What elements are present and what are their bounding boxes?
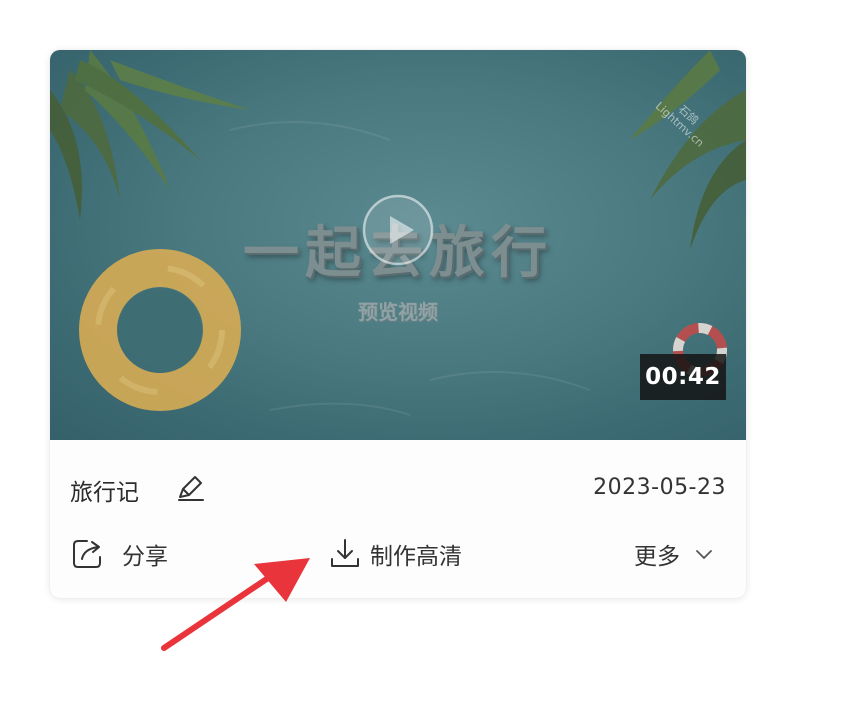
make-hd-label: 制作高清: [370, 544, 462, 570]
pencil-icon[interactable]: [174, 472, 206, 504]
share-icon: [73, 540, 101, 568]
chevron-down-icon: [696, 550, 712, 559]
download-icon: [331, 539, 359, 567]
make-hd-button[interactable]: 制作高清: [328, 534, 462, 574]
more-label: 更多: [634, 544, 680, 570]
red-arrow-annotation: [161, 558, 310, 651]
video-thumbnail[interactable]: 一起去旅行 预览视频 石鸽 Lightmv.cn 00:42: [50, 50, 746, 440]
more-dropdown[interactable]: 更多: [634, 534, 714, 574]
video-info-row: 旅行记 2023-05-23: [70, 470, 726, 506]
video-name: 旅行记: [70, 480, 139, 506]
duration-badge: 00:42: [640, 354, 726, 400]
video-date: 2023-05-23: [593, 475, 726, 500]
palm-leaves-left: [50, 50, 250, 220]
video-subtitle-overlay: 预览视频: [358, 300, 438, 324]
play-icon[interactable]: [360, 192, 436, 268]
video-card: 一起去旅行 预览视频 石鸽 Lightmv.cn 00:42 旅行记 2023-…: [50, 50, 746, 598]
